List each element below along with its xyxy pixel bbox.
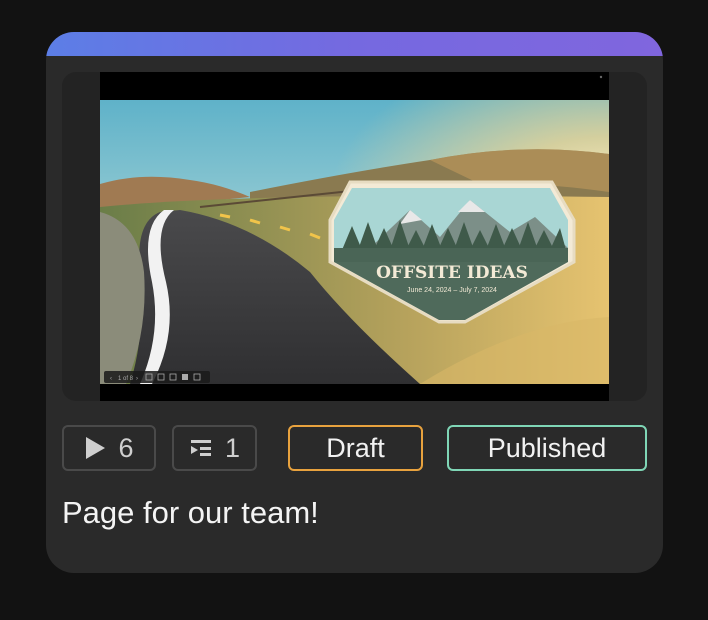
playlist-icon [189, 438, 213, 458]
published-status-label: Published [487, 432, 607, 463]
card-accent-bar [46, 32, 663, 56]
playlist-count: 1 [224, 432, 241, 463]
svg-text:›: › [136, 376, 138, 382]
play-icon [84, 436, 106, 460]
page-card[interactable]: OFFSITE IDEAS June 24, 2024 – July 7, 20… [46, 32, 663, 573]
badge-dates: June 24, 2024 – July 7, 2024 [407, 287, 497, 294]
badge-title: OFFSITE IDEAS [376, 263, 528, 283]
thumbnail-image: OFFSITE IDEAS June 24, 2024 – July 7, 20… [100, 72, 609, 401]
draft-status-label: Draft [326, 432, 385, 463]
plays-count: 6 [118, 432, 134, 463]
published-status-button[interactable]: Published [447, 425, 647, 471]
draft-status-button[interactable]: Draft [288, 425, 423, 471]
video-thumbnail[interactable]: OFFSITE IDEAS June 24, 2024 – July 7, 20… [100, 72, 609, 401]
plays-count-chip: 6 [62, 425, 156, 471]
svg-text:‹: ‹ [110, 376, 112, 382]
page-description: Page for our team! [62, 495, 319, 530]
thumbnail-frame[interactable]: OFFSITE IDEAS June 24, 2024 – July 7, 20… [62, 72, 647, 401]
player-controls[interactable]: ‹ 1 of 8 › [104, 371, 210, 383]
playlist-count-chip: 1 [172, 425, 257, 471]
player-page-indicator: 1 of 8 [118, 376, 134, 382]
